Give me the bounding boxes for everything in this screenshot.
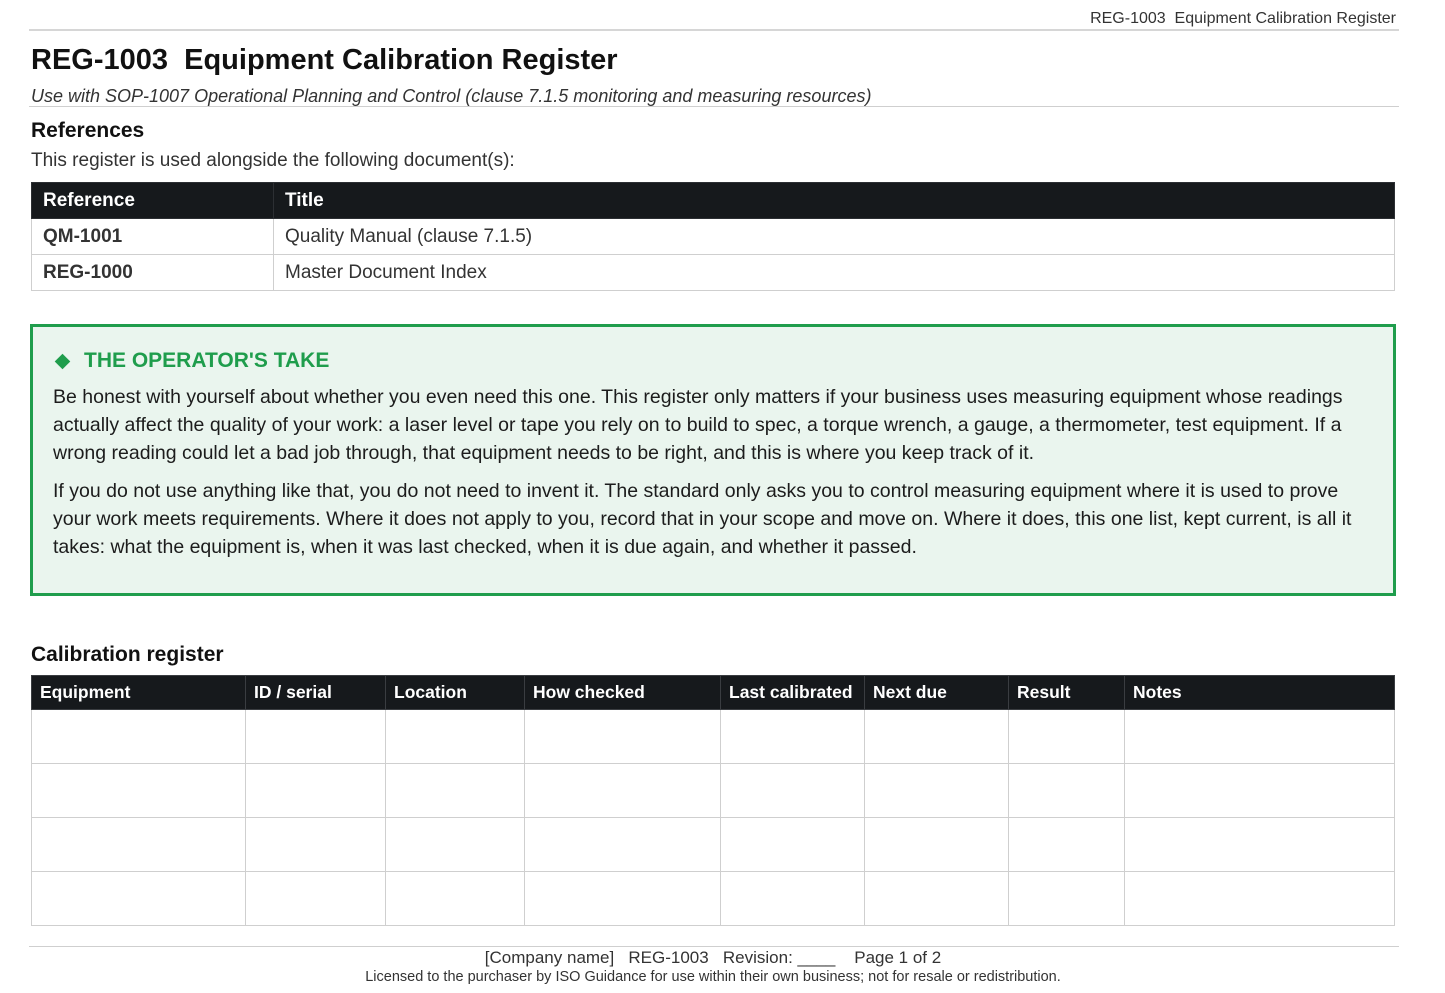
result-cell[interactable] — [1008, 817, 1125, 872]
callout-title-text: THE OPERATOR'S TAKE — [84, 349, 330, 372]
next-due-cell[interactable] — [864, 709, 1009, 764]
notes-cell[interactable] — [1124, 871, 1395, 926]
footer-divider — [29, 946, 1399, 947]
last-calibrated-cell[interactable] — [720, 871, 865, 926]
callout-paragraph: Be honest with yourself about whether yo… — [53, 386, 1343, 464]
table-row — [31, 871, 1395, 926]
how-checked-cell[interactable] — [524, 817, 721, 872]
table-row: QM-1001 Quality Manual (clause 7.1.5) — [31, 218, 1395, 255]
page-title: REG-1003 Equipment Calibration Register — [31, 44, 618, 76]
id-serial-cell[interactable] — [245, 817, 386, 872]
reference-code: QM-1001 — [31, 218, 274, 255]
last-calibrated-cell[interactable] — [720, 709, 865, 764]
id-serial-cell[interactable] — [245, 871, 386, 926]
last-calibrated-cell[interactable] — [720, 763, 865, 818]
page-subtitle: Use with SOP-1007 Operational Planning a… — [31, 86, 872, 106]
column-header-location: Location — [385, 675, 525, 710]
equipment-cell[interactable] — [31, 709, 246, 764]
how-checked-cell[interactable] — [524, 763, 721, 818]
id-serial-cell[interactable] — [245, 763, 386, 818]
references-heading: References — [31, 119, 145, 142]
operators-take-callout: THE OPERATOR'S TAKE Be honest with yours… — [30, 324, 1396, 596]
notes-cell[interactable] — [1124, 709, 1395, 764]
next-due-cell[interactable] — [864, 871, 1009, 926]
table-row: REG-1000 Master Document Index — [31, 254, 1395, 291]
equipment-cell[interactable] — [31, 763, 246, 818]
equipment-cell[interactable] — [31, 817, 246, 872]
how-checked-cell[interactable] — [524, 709, 721, 764]
column-header-result: Result — [1008, 675, 1125, 710]
column-header-next-due: Next due — [864, 675, 1009, 710]
location-cell[interactable] — [385, 817, 525, 872]
location-cell[interactable] — [385, 871, 525, 926]
notes-cell[interactable] — [1124, 763, 1395, 818]
references-table: Reference Title QM-1001 Quality Manual (… — [31, 182, 1395, 291]
location-cell[interactable] — [385, 763, 525, 818]
location-cell[interactable] — [385, 709, 525, 764]
how-checked-cell[interactable] — [524, 871, 721, 926]
header-divider — [29, 29, 1399, 31]
page-footer: [Company name] REG-1003 Revision: ____ P… — [484, 948, 942, 967]
column-header-title: Title — [273, 182, 1395, 219]
table-row — [31, 817, 1395, 872]
column-header-id-serial: ID / serial — [245, 675, 386, 710]
references-intro: This register is used alongside the foll… — [31, 150, 515, 171]
result-cell[interactable] — [1008, 709, 1125, 764]
equipment-cell[interactable] — [31, 871, 246, 926]
calibration-header-row: Equipment ID / serial Location How check… — [31, 675, 1395, 710]
result-cell[interactable] — [1008, 763, 1125, 818]
last-calibrated-cell[interactable] — [720, 817, 865, 872]
next-due-cell[interactable] — [864, 817, 1009, 872]
result-cell[interactable] — [1008, 871, 1125, 926]
reference-title: Master Document Index — [273, 254, 1395, 291]
column-header-how-checked: How checked — [524, 675, 721, 710]
notes-cell[interactable] — [1124, 817, 1395, 872]
callout-title: THE OPERATOR'S TAKE — [53, 349, 1373, 373]
diamond-icon — [54, 353, 71, 369]
table-row — [31, 763, 1395, 818]
calibration-heading: Calibration register — [31, 643, 224, 666]
table-row — [31, 709, 1395, 764]
licence-notice: Licensed to the purchaser by ISO Guidanc… — [365, 969, 1061, 985]
callout-paragraph: If you do not use anything like that, yo… — [53, 480, 1352, 558]
column-header-equipment: Equipment — [31, 675, 246, 710]
column-header-last-calibrated: Last calibrated — [720, 675, 865, 710]
next-due-cell[interactable] — [864, 763, 1009, 818]
references-header-row: Reference Title — [31, 182, 1395, 219]
reference-code: REG-1000 — [31, 254, 274, 291]
running-header: REG-1003 Equipment Calibration Register — [1090, 10, 1396, 27]
id-serial-cell[interactable] — [245, 709, 386, 764]
subtitle-divider — [29, 106, 1399, 107]
calibration-table: Equipment ID / serial Location How check… — [31, 675, 1395, 926]
reference-title: Quality Manual (clause 7.1.5) — [273, 218, 1395, 255]
column-header-notes: Notes — [1124, 675, 1395, 710]
column-header-reference: Reference — [31, 182, 274, 219]
